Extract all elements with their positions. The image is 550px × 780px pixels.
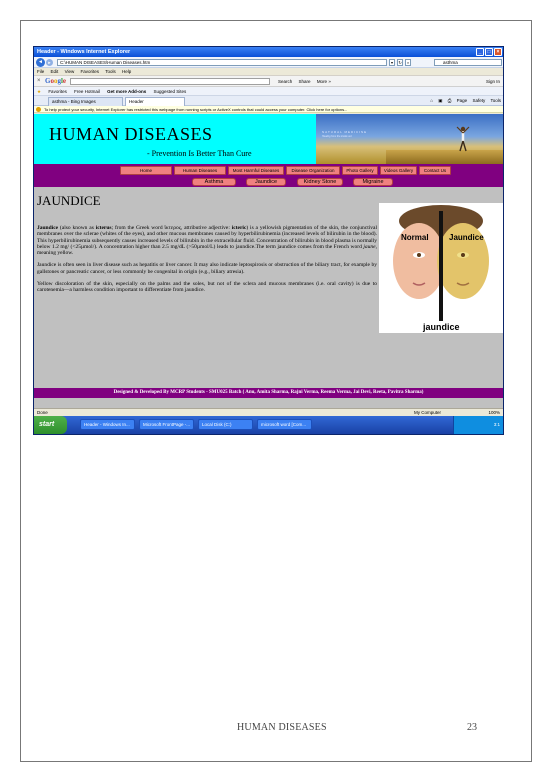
nav-asthma[interactable]: Asthma: [192, 178, 236, 186]
banner-title: NATURAL MEDICINE: [322, 130, 368, 134]
image-label-normal: Normal: [401, 233, 429, 242]
shield-icon: [36, 107, 41, 112]
star-icon: ★: [37, 89, 42, 94]
maximize-button[interactable]: □: [485, 48, 493, 56]
wheat-field: [386, 150, 503, 164]
refresh-icon[interactable]: ↻: [397, 59, 403, 66]
zoom-level[interactable]: 100%: [488, 409, 500, 416]
address-bar: ◄ ► C:\HUMAN DISEASES\Human Diseases.htm…: [34, 57, 503, 68]
close-button[interactable]: ×: [494, 48, 502, 56]
paragraph-1: Jaundice (also known as icterus; from th…: [37, 225, 377, 257]
safety-menu[interactable]: Safety: [472, 98, 485, 103]
google-toolbar: × Google Search Share More » Sign In: [34, 76, 503, 87]
sign-in-link[interactable]: Sign In: [486, 76, 500, 87]
menu-edit[interactable]: Edit: [51, 69, 59, 74]
natural-medicine-banner: NATURAL MEDICINE Healing from the inside…: [316, 114, 503, 164]
website: HUMAN DISEASES - Prevention Is Better Th…: [34, 114, 503, 408]
secondary-nav: Asthma Jaundice Kidney Stone Migraine: [34, 177, 503, 187]
google-more-button[interactable]: More »: [317, 79, 331, 84]
window-titlebar[interactable]: Header - Windows Internet Explorer _ □ ×: [34, 47, 503, 57]
person-icon: [456, 126, 470, 152]
nav-jaundice[interactable]: Jaundice: [246, 178, 286, 186]
status-zone: My Computer: [414, 410, 442, 415]
tab-bar: asthma - Bing Images Header ⌂ ▣ ⎙ Page S…: [34, 96, 503, 106]
stop-icon[interactable]: ×: [405, 59, 411, 66]
close-toolbar-icon[interactable]: ×: [37, 78, 41, 84]
site-tagline: - Prevention Is Better Than Cure: [147, 149, 252, 158]
image-label-jaundice: Jaundice: [449, 233, 484, 242]
system-tray: 3:1: [453, 416, 503, 434]
nav-contact-us[interactable]: Contact Us: [419, 166, 451, 175]
menu-favorites[interactable]: Favorites: [81, 69, 100, 74]
url-input[interactable]: C:\HUMAN DISEASES\Human Diseases.htm: [57, 59, 387, 66]
menu-tools[interactable]: Tools: [105, 69, 116, 74]
nav-kidney-stone[interactable]: Kidney Stone: [297, 178, 343, 186]
site-footer: Designed & Developed By MCRP Students - …: [34, 388, 503, 398]
site-header: HUMAN DISEASES - Prevention Is Better Th…: [34, 114, 503, 164]
nav-videos-gallery[interactable]: Videos Gallery: [380, 166, 417, 175]
jaundice-comparison-image: Normal Jaundice jaundice: [379, 203, 503, 333]
fav-get-addons[interactable]: Get more Add-ons: [107, 89, 146, 94]
tab-bing-images[interactable]: asthma - Bing Images: [48, 97, 123, 106]
article-body: Jaundice (also known as icterus; from th…: [37, 225, 377, 294]
status-text: Done: [37, 410, 48, 415]
clock: 3:1: [493, 422, 500, 427]
google-share-button[interactable]: Share: [299, 79, 311, 84]
google-logo: Google: [45, 77, 67, 85]
nav-disease-organization[interactable]: Disease Organization: [286, 166, 340, 175]
start-button[interactable]: start: [34, 416, 67, 434]
menu-view[interactable]: View: [65, 69, 75, 74]
fav-suggested-sites[interactable]: Suggested Sites: [153, 89, 186, 94]
feeds-icon[interactable]: ▣: [438, 98, 442, 103]
home-icon[interactable]: ⌂: [430, 98, 433, 103]
back-icon[interactable]: ◄: [36, 58, 45, 67]
main-content: JAUNDICE Jaundice (also known as icterus…: [34, 187, 503, 398]
nav-human-diseases[interactable]: Human Diseases: [174, 166, 226, 175]
favorites-bar: ★ Favorites Free Hotmail Get more Add-on…: [34, 87, 503, 96]
print-icon[interactable]: ⎙: [448, 98, 452, 103]
task-local-disk[interactable]: Local Disk (C:): [198, 419, 253, 430]
security-infobar[interactable]: To help protect your security, Internet …: [34, 106, 503, 113]
primary-nav: Home Human Diseases Most Harmful Disease…: [34, 164, 503, 177]
page-number: 23: [467, 722, 477, 733]
status-bar: Done My Computer 100%: [34, 408, 503, 416]
nav-photo-gallery[interactable]: Photo Gallery: [342, 166, 378, 175]
nav-most-harmful[interactable]: Most Harmful Diseases: [228, 166, 284, 175]
site-title: HUMAN DISEASES: [49, 124, 213, 144]
favorites-button[interactable]: Favorites: [48, 89, 67, 94]
dropdown-icon[interactable]: ▾: [389, 59, 395, 66]
google-search-input[interactable]: [70, 78, 270, 85]
browser-window: Header - Windows Internet Explorer _ □ ×…: [33, 46, 504, 435]
google-search-button[interactable]: Search: [278, 79, 292, 84]
fav-free-hotmail[interactable]: Free Hotmail: [74, 89, 100, 94]
page-footer-title: HUMAN DISEASES: [237, 722, 327, 733]
paragraph-2: Jaundice is often seen in liver disease …: [37, 262, 377, 275]
image-caption: jaundice: [422, 322, 460, 332]
search-input[interactable]: asthma: [434, 59, 502, 66]
minimize-button[interactable]: _: [476, 48, 484, 56]
taskbar: start Header - Windows In... Microsoft F…: [34, 416, 503, 434]
task-internet-explorer[interactable]: Header - Windows In...: [80, 419, 135, 430]
tools-menu[interactable]: Tools: [490, 98, 501, 103]
banner-subtitle: Healing from the inside out: [322, 135, 352, 138]
nav-migraine[interactable]: Migraine: [353, 178, 393, 186]
menu-help[interactable]: Help: [122, 69, 131, 74]
forward-icon[interactable]: ►: [46, 59, 53, 66]
menu-file[interactable]: File: [37, 69, 44, 74]
tab-header[interactable]: Header: [125, 97, 185, 106]
task-frontpage[interactable]: Microsoft FrontPage -...: [139, 419, 194, 430]
menu-bar: File Edit View Favorites Tools Help: [34, 68, 503, 76]
infobar-text: To help protect your security, Internet …: [44, 107, 348, 112]
window-title: Header - Windows Internet Explorer: [37, 49, 131, 55]
nav-home[interactable]: Home: [120, 166, 172, 175]
paragraph-3: Yellow discoloration of the skin, especi…: [37, 281, 377, 294]
task-microsoft-word[interactable]: microsoft word [Com...: [257, 419, 312, 430]
page-menu[interactable]: Page: [457, 98, 468, 103]
